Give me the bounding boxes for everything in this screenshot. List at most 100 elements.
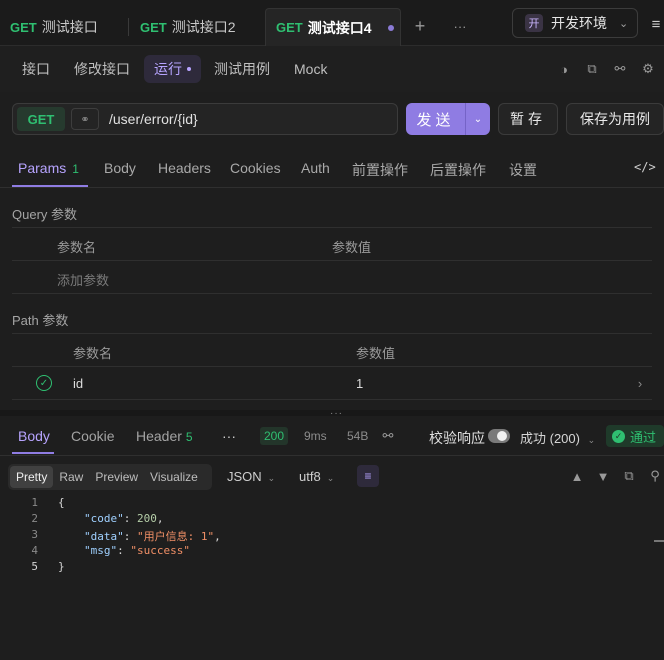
format-label: JSON	[227, 469, 262, 484]
more-icon[interactable]: ···	[222, 428, 236, 444]
subnav-edit[interactable]: 修改接口	[64, 55, 140, 83]
validate-response-label: 校验响应	[429, 430, 485, 446]
upload-icon[interactable]: ▲	[569, 468, 585, 484]
param-enabled-checkbox[interactable]: ✓	[36, 375, 52, 391]
response-tab-cookie[interactable]: Cookie	[71, 428, 115, 444]
json-end: ,	[214, 530, 221, 543]
request-tab-2[interactable]: GET 测试接口2	[130, 8, 236, 46]
tab-settings[interactable]: 设置	[509, 160, 537, 180]
view-visualize[interactable]: Visualize	[144, 466, 204, 488]
url-bar: GET ⚭ /user/error/{id}	[12, 103, 398, 135]
header-count: 5	[185, 430, 193, 444]
tab-headers[interactable]: Headers	[158, 160, 211, 176]
tab-pre-actions[interactable]: 前置操作	[352, 160, 408, 180]
query-col-value: 参数值	[332, 240, 372, 255]
encoding-label: utf8	[299, 469, 321, 484]
chevron-right-icon[interactable]: ›	[632, 375, 648, 391]
tab-cookies[interactable]: Cookies	[230, 160, 281, 176]
divider	[12, 227, 652, 228]
path-section-title: Path 参数	[12, 313, 69, 328]
tab-method: GET	[10, 19, 37, 35]
view-pretty[interactable]: Pretty	[10, 466, 54, 488]
link-icon[interactable]: ⚭	[71, 108, 99, 130]
json-value: "success"	[130, 544, 190, 557]
environment-select[interactable]: 开 开发环境 ⌄	[512, 8, 638, 38]
code-icon[interactable]: </>	[634, 160, 656, 174]
drag-handle-icon[interactable]: ···	[330, 408, 343, 419]
tab-method: GET	[276, 20, 303, 35]
download-icon[interactable]: ▼	[595, 468, 611, 484]
copy-icon[interactable]: ⧉	[621, 468, 637, 484]
response-time: 9ms	[304, 429, 327, 443]
copy-icon[interactable]: ⧉	[584, 61, 600, 77]
response-tab-header[interactable]: Header 5	[136, 428, 193, 444]
wrap-lines-icon[interactable]: ≡	[357, 465, 379, 487]
add-tab-icon[interactable]: +	[412, 16, 428, 36]
tab-post-actions[interactable]: 后置操作	[430, 160, 486, 180]
divider	[0, 455, 664, 456]
validate-result-label: 成功 (200)	[520, 431, 580, 446]
pass-badge: ✓ 通过	[606, 425, 664, 447]
share-icon[interactable]: ⚯	[612, 61, 628, 77]
divider	[12, 293, 652, 294]
share-icon[interactable]: ⚯	[380, 428, 396, 444]
query-section-title: Query 参数	[12, 207, 78, 222]
format-select[interactable]: JSON ⌄	[227, 469, 275, 484]
tab-params[interactable]: Params 1	[18, 160, 79, 176]
json-end: ,	[156, 512, 164, 525]
search-icon[interactable]: ⚲	[647, 468, 663, 484]
more-tabs-icon[interactable]: ···	[452, 18, 468, 34]
scrollbar[interactable]	[654, 540, 664, 542]
json-sep: :	[123, 512, 137, 525]
encoding-select[interactable]: utf8 ⌄	[299, 469, 334, 484]
subnav-testcase[interactable]: 测试用例	[204, 55, 280, 83]
validate-toggle[interactable]	[488, 429, 510, 443]
tab-name: 测试接口4	[307, 19, 372, 36]
path-param-value[interactable]: 1	[356, 376, 363, 391]
env-badge: 开	[525, 14, 543, 32]
line-number: 5	[31, 560, 38, 573]
subnav-run[interactable]: 运行	[144, 55, 201, 83]
view-raw[interactable]: Raw	[53, 466, 89, 488]
code-line: "code": 200,	[84, 512, 164, 525]
save-as-case-button[interactable]: 保存为用例	[566, 103, 664, 135]
path-param-name[interactable]: id	[73, 376, 83, 391]
code-line: }	[58, 560, 65, 573]
save-draft-button[interactable]: 暂存	[498, 103, 558, 135]
view-mode-group: Pretty Raw Preview Visualize	[8, 464, 212, 490]
method-select[interactable]: GET	[17, 107, 65, 131]
path-col-value: 参数值	[356, 346, 396, 361]
request-tab-1[interactable]: GET 测试接口	[0, 8, 98, 46]
json-key: "code"	[84, 512, 124, 525]
tab-params-label: Params	[18, 160, 67, 176]
sub-nav: 接口 修改接口 运行 测试用例 Mock ◑ ⧉ ⚯ ⚙	[0, 46, 664, 92]
subnav-interface[interactable]: 接口	[12, 55, 60, 83]
chevron-down-icon: ⌄	[326, 473, 335, 483]
line-number: 3	[31, 528, 38, 541]
tab-name: 测试接口2	[171, 19, 236, 35]
unsaved-dot-icon	[387, 24, 394, 31]
tab-body[interactable]: Body	[104, 160, 136, 176]
line-number: 4	[31, 544, 38, 557]
json-value: "用户信息: 1"	[137, 530, 215, 543]
menu-icon[interactable]: ≡	[648, 16, 664, 33]
json-value: 200	[137, 512, 157, 525]
view-preview[interactable]: Preview	[89, 466, 144, 488]
url-input[interactable]: /user/error/{id}	[109, 111, 198, 127]
chevron-down-icon[interactable]: ⌄	[465, 103, 490, 135]
validate-result-select[interactable]: 成功 (200) ⌄	[520, 428, 595, 447]
history-icon[interactable]: ◑	[556, 61, 572, 77]
check-circle-icon: ✓	[612, 429, 625, 443]
tab-auth[interactable]: Auth	[301, 160, 330, 176]
subnav-mock[interactable]: Mock	[284, 55, 337, 83]
request-tab-3-active[interactable]: GET 测试接口4	[265, 8, 401, 46]
params-count: 1	[72, 162, 79, 176]
tab-method: GET	[140, 19, 167, 35]
send-button[interactable]: 发送 ⌄	[406, 103, 490, 135]
add-param-input[interactable]: 添加参数	[57, 270, 109, 289]
chevron-down-icon: ⌄	[267, 473, 276, 483]
response-tab-body[interactable]: Body	[18, 428, 50, 444]
line-number: 2	[31, 512, 38, 525]
settings-icon[interactable]: ⚙	[640, 61, 656, 77]
tab-name: 测试接口	[41, 19, 98, 35]
